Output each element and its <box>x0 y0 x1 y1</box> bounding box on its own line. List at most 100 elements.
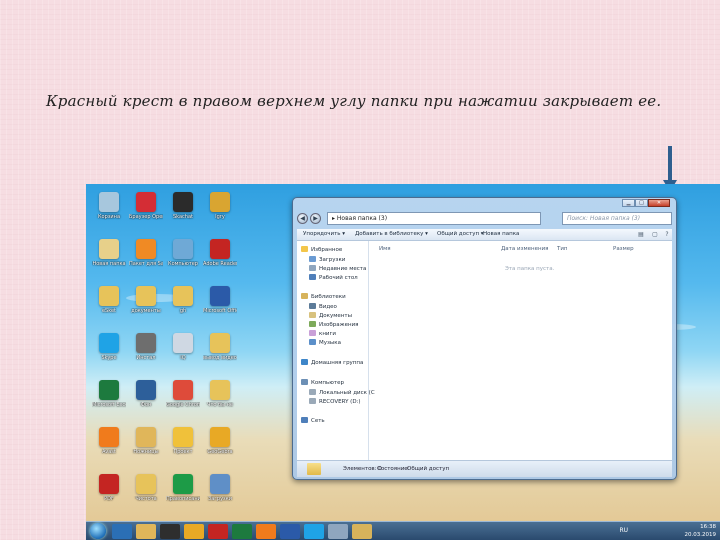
column-type[interactable]: Тип <box>557 246 568 252</box>
nav-video[interactable]: Видео <box>309 303 337 310</box>
desktop-icon[interactable]: Google Chrome <box>166 380 200 408</box>
nav-network[interactable]: Сеть <box>301 417 325 424</box>
desktop-icon[interactable]: вывод видео <box>203 333 237 361</box>
status-bar: Элементов: 0 Состояние: Общий доступ <box>297 460 672 477</box>
desktop-icon-label: Igry <box>215 214 225 220</box>
library-icon <box>301 293 308 299</box>
desktop-icon[interactable]: eSket <box>92 286 126 314</box>
language-indicator[interactable]: RU <box>619 527 628 534</box>
column-name[interactable]: Имя <box>379 246 391 252</box>
desktop-icon-label: Корзина <box>97 214 121 220</box>
app-icon <box>173 239 193 259</box>
status-state-label: Состояние: <box>377 466 410 472</box>
nav-documents[interactable]: Документы <box>309 312 352 319</box>
taskbar-skype-icon[interactable] <box>304 524 324 539</box>
nav-homegroup[interactable]: Домашняя группа <box>301 359 363 366</box>
documents-icon <box>309 312 316 318</box>
taskbar-app-icon[interactable] <box>232 524 252 539</box>
desktop-icon[interactable]: Skachat <box>166 192 200 220</box>
taskbar-folder-icon[interactable] <box>352 524 372 539</box>
nav-books[interactable]: книги <box>309 330 336 337</box>
status-elements: Элементов: 0 <box>343 466 382 472</box>
desktop-icon[interactable]: документы <box>129 286 163 314</box>
desktop-icon[interactable]: GeoGebra <box>203 427 237 455</box>
nav-music[interactable]: Музыка <box>309 339 341 346</box>
explorer-window[interactable]: ▁ □ ✕ ◀ ▶ ▸ Новая папка (3) Поиск: Новая… <box>292 197 677 480</box>
address-row: ◀ ▶ ▸ Новая папка (3) Поиск: Новая папка… <box>297 212 672 226</box>
start-button[interactable] <box>90 523 106 539</box>
desktop-icon[interactable]: Проект <box>166 427 200 455</box>
back-button[interactable]: ◀ <box>297 213 308 224</box>
taskbar-ie-icon[interactable] <box>112 524 132 539</box>
desktop-icon[interactable]: Skype <box>92 333 126 361</box>
column-modified[interactable]: Дата изменения <box>501 246 548 252</box>
taskbar-app-icon[interactable] <box>184 524 204 539</box>
desktop-icon[interactable]: Загрузки <box>203 474 237 502</box>
desktop-icon[interactable]: Adobe Reader X <box>203 239 237 267</box>
help-icon[interactable]: ? <box>663 231 671 239</box>
desktop-icon[interactable]: Инстал <box>129 333 163 361</box>
desktop-icon[interactable]: PDF <box>92 474 126 502</box>
desktop-icon[interactable]: Новая папка <box>92 239 126 267</box>
nav-images[interactable]: Изображения <box>309 321 358 328</box>
app-icon <box>136 333 156 353</box>
nav-libraries[interactable]: Библиотеки <box>301 293 346 300</box>
preview-pane-icon[interactable]: ▢ <box>651 231 659 239</box>
taskbar-word-icon[interactable] <box>280 524 300 539</box>
maximize-button[interactable]: □ <box>635 199 648 207</box>
clock-time: 16:38 <box>700 524 716 530</box>
desktop-icon[interactable]: Компьютер <box>166 239 200 267</box>
view-options-icon[interactable]: ▤ <box>637 231 645 239</box>
address-bar[interactable]: ▸ Новая папка (3) <box>327 212 541 225</box>
desktop-icon[interactable]: Браузер Opera <box>129 192 163 220</box>
recent-places-icon <box>309 265 316 271</box>
new-folder-button[interactable]: Новая папка <box>483 231 519 237</box>
nav-recent[interactable]: Недавние места <box>309 265 366 272</box>
desktop-icon[interactable]: Avast <box>92 427 126 455</box>
app-icon <box>136 380 156 400</box>
app-icon <box>99 380 119 400</box>
desktop-icon[interactable]: Igry <box>203 192 237 220</box>
organize-menu[interactable]: Упорядочить ▾ <box>303 231 345 237</box>
column-size[interactable]: Размер <box>613 246 634 252</box>
nav-local-disk[interactable]: Локальный диск (C <box>309 389 375 396</box>
desktop-icon[interactable]: Ножницы <box>129 427 163 455</box>
nav-desktop[interactable]: Рабочий стол <box>309 274 358 281</box>
app-icon <box>99 474 119 494</box>
app-icon <box>99 427 119 447</box>
desktop-icon[interactable]: Корзина <box>92 192 126 220</box>
desktop-icon[interactable]: Что бы не <box>203 380 237 408</box>
minimize-button[interactable]: ▁ <box>622 199 635 207</box>
close-button[interactable]: ✕ <box>648 199 670 207</box>
search-input[interactable]: Поиск: Новая папка (3) <box>562 212 672 225</box>
app-icon <box>136 474 156 494</box>
disk-icon <box>309 398 316 404</box>
clock[interactable]: 16:38 20.03.2019 <box>685 523 717 539</box>
app-icon <box>173 286 193 306</box>
nav-downloads[interactable]: Загрузки <box>309 256 345 263</box>
taskbar-opera-icon[interactable] <box>208 524 228 539</box>
downloads-icon <box>309 256 316 262</box>
desktop-icon[interactable]: Чистота <box>129 474 163 502</box>
desktop-icon[interactable]: Microsoft Excel 2010 <box>92 380 126 408</box>
nav-computer[interactable]: Компьютер <box>301 379 344 386</box>
share-menu[interactable]: Общий доступ ▾ <box>437 231 484 237</box>
desktop-icon[interactable]: Фон <box>129 380 163 408</box>
taskbar-explorer-icon[interactable] <box>136 524 156 539</box>
taskbar-app-icon[interactable] <box>328 524 348 539</box>
desktop-icon[interactable]: Пакет для Sale <box>129 239 163 267</box>
taskbar-media-icon[interactable] <box>160 524 180 539</box>
add-to-library-menu[interactable]: Добавить в библиотеку ▾ <box>355 231 428 237</box>
desktop-icon-label: Браузер Opera <box>129 214 163 220</box>
taskbar-app-icon[interactable] <box>256 524 276 539</box>
app-icon <box>210 192 230 212</box>
forward-button[interactable]: ▶ <box>310 213 321 224</box>
window-controls: ▁ □ ✕ <box>622 199 670 207</box>
desktop-icon[interactable]: IQ <box>166 333 200 361</box>
desktop-icon[interactable]: Microsoft Office Word <box>203 286 237 314</box>
nav-favorites[interactable]: Избранное <box>301 246 342 253</box>
desktop-icon[interactable]: gh <box>166 286 200 314</box>
desktop-icon-label: GeoGebra <box>207 449 233 455</box>
desktop-icon[interactable]: Правописание <box>166 474 200 502</box>
nav-recovery[interactable]: RECOVERY (D:) <box>309 398 361 405</box>
